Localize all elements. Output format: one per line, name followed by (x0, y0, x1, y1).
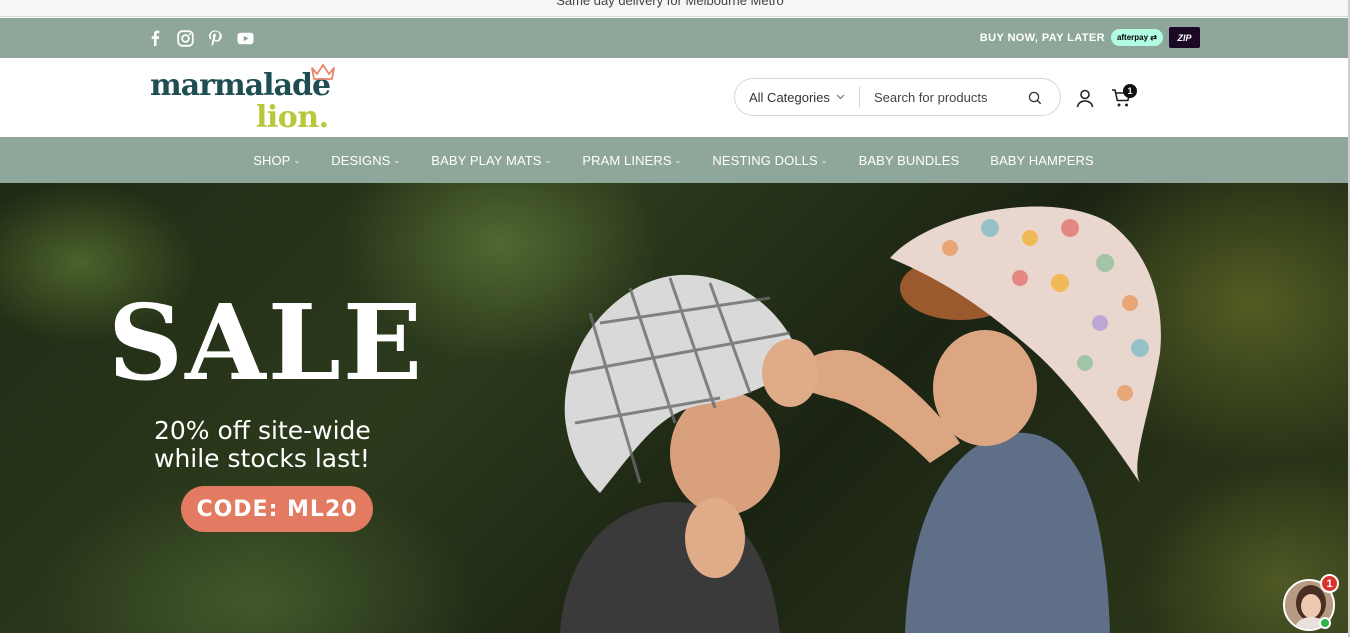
bnpl-banner: BUY NOW, PAY LATER afterpay ⇄ ZIP (980, 27, 1200, 48)
category-select[interactable]: All Categories (735, 86, 860, 108)
logo-text-line1: marmalade (150, 68, 331, 103)
afterpay-logo: afterpay ⇄ (1110, 29, 1163, 46)
search-icon[interactable] (1028, 91, 1042, 105)
instagram-icon[interactable] (176, 29, 194, 47)
chevron-down-icon: ⌄ (293, 156, 301, 165)
social-links (146, 29, 254, 47)
chevron-down-icon: ⌄ (820, 156, 828, 165)
utility-bar: BUY NOW, PAY LATER afterpay ⇄ ZIP (0, 18, 1350, 58)
nav-item-shop[interactable]: SHOP ⌄ (253, 153, 300, 168)
hero-subline-2: while stocks last! (154, 444, 370, 473)
nav-item-baby-hampers[interactable]: BABY HAMPERS (990, 153, 1094, 168)
main-nav: SHOP ⌄ DESIGNS ⌄ BABY PLAY MATS ⌄ PRAM LINE… (0, 137, 1350, 183)
hero-photo (560, 206, 1161, 633)
site-header: marmalade lion. All Categories 1 (0, 58, 1350, 137)
promo-code-badge: CODE: ML20 (181, 486, 373, 532)
site-logo[interactable]: marmalade lion. (150, 64, 340, 135)
zip-logo: ZIP (1169, 27, 1200, 48)
hero-banner[interactable]: SALE 20% off site-wide while stocks last… (0, 183, 1348, 633)
online-status-dot (1319, 617, 1331, 629)
youtube-icon[interactable] (236, 29, 254, 47)
facebook-icon[interactable] (146, 29, 164, 47)
category-label: All Categories (749, 89, 830, 105)
nav-item-baby-play-mats[interactable]: BABY PLAY MATS ⌄ (431, 153, 551, 168)
cart-count-badge: 1 (1123, 84, 1137, 98)
logo-text-line2: lion. (256, 100, 329, 135)
hero-headline: SALE (108, 281, 425, 404)
crown-icon (311, 64, 335, 80)
announcement-text: Same day delivery for Melbourne Metro (556, 0, 784, 8)
nav-item-nesting-dolls[interactable]: NESTING DOLLS ⌄ (712, 153, 827, 168)
chevron-down-icon: ⌄ (393, 156, 401, 165)
chevron-down-icon (836, 94, 845, 100)
bnpl-text: BUY NOW, PAY LATER (979, 31, 1105, 44)
announcement-bar: Same day delivery for Melbourne Metro (0, 0, 1350, 17)
hero-subline-1: 20% off site-wide (154, 416, 371, 445)
nav-item-baby-bundles[interactable]: BABY BUNDLES (859, 153, 960, 168)
search-input[interactable] (874, 89, 1024, 105)
chat-notification-badge: 1 (1320, 574, 1339, 593)
nav-item-designs[interactable]: DESIGNS ⌄ (331, 153, 400, 168)
pinterest-icon[interactable] (206, 29, 224, 47)
chevron-down-icon: ⌄ (544, 156, 552, 165)
nav-item-pram-liners[interactable]: PRAM LINERS ⌄ (582, 153, 681, 168)
account-icon[interactable] (1075, 88, 1095, 108)
search-bar: All Categories (734, 78, 1061, 116)
chevron-down-icon: ⌄ (674, 156, 682, 165)
